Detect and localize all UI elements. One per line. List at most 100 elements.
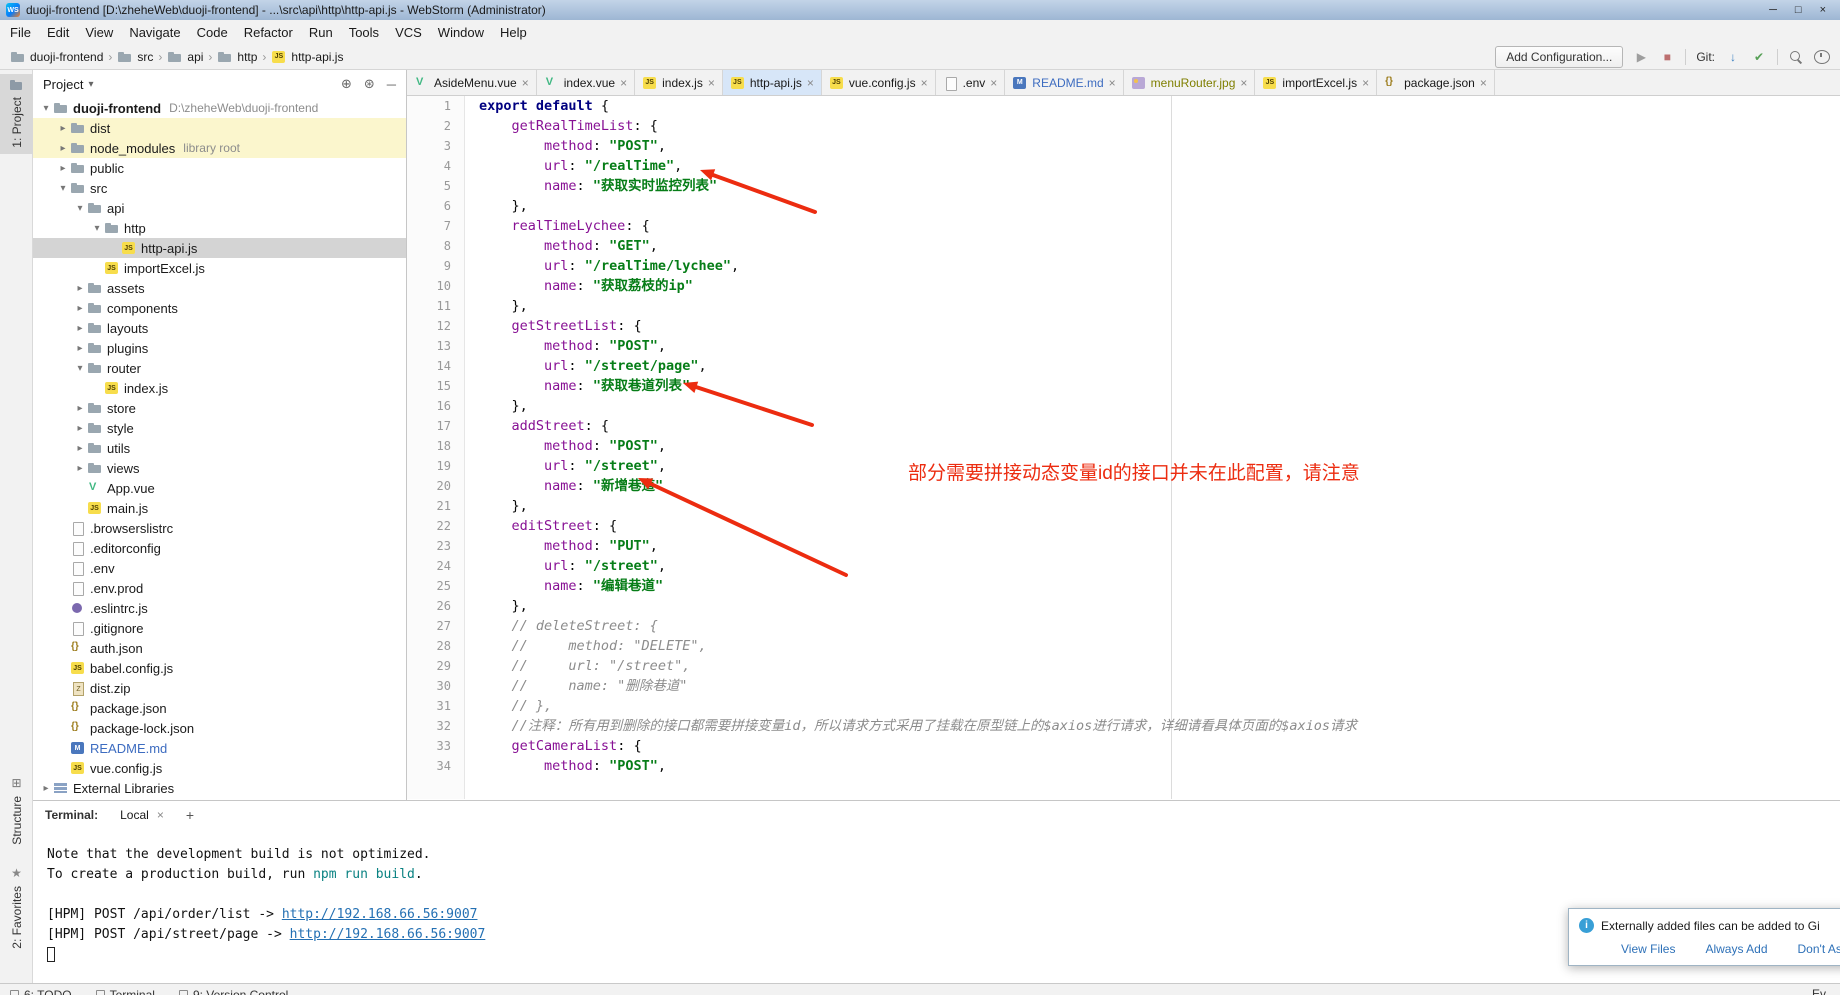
close-icon[interactable]: × <box>1240 76 1247 90</box>
menu-edit[interactable]: Edit <box>39 22 77 43</box>
clock-icon[interactable] <box>1814 50 1830 64</box>
notification-action-always-add[interactable]: Always Add <box>1705 942 1767 956</box>
code-text[interactable]: }, <box>465 596 528 616</box>
terminal-tab-local[interactable]: Local × <box>112 805 172 825</box>
close-button[interactable]: × <box>1820 4 1826 16</box>
code-text[interactable]: // name: "删除巷道" <box>465 676 687 696</box>
close-icon[interactable]: × <box>708 76 715 90</box>
close-icon[interactable]: × <box>620 76 627 90</box>
code-text[interactable]: method: "GET", <box>465 236 658 256</box>
code-text[interactable]: method: "POST", <box>465 336 666 356</box>
breadcrumb-item-duoji-frontend[interactable]: duoji-frontend <box>10 50 103 64</box>
tree-item-index-js[interactable]: index.js <box>33 378 406 398</box>
tree-item--browserslistrc[interactable]: .browserslistrc <box>33 518 406 538</box>
tree-item-api[interactable]: ▾api <box>33 198 406 218</box>
chevron-open-icon[interactable]: ▾ <box>73 363 87 374</box>
editor-tab-index-vue[interactable]: index.vue× <box>537 70 635 95</box>
code-text[interactable]: url: "/street", <box>465 556 666 576</box>
tree-item-main-js[interactable]: main.js <box>33 498 406 518</box>
code-text[interactable]: export default { <box>465 96 609 116</box>
git-commit-icon[interactable]: ✔ <box>1751 49 1767 65</box>
editor-tab-importexcel-js[interactable]: importExcel.js× <box>1255 70 1377 95</box>
tree-item--gitignore[interactable]: .gitignore <box>33 618 406 638</box>
code-text[interactable]: // }, <box>465 696 552 716</box>
tree-item-app-vue[interactable]: App.vue <box>33 478 406 498</box>
tree-item-router[interactable]: ▾router <box>33 358 406 378</box>
code-text[interactable]: url: "/street/page", <box>465 356 707 376</box>
tree-item--env[interactable]: .env <box>33 558 406 578</box>
terminal-link[interactable]: http://192.168.66.56:9007 <box>290 927 486 942</box>
editor-tab-index-js[interactable]: index.js× <box>635 70 723 95</box>
tree-item-components[interactable]: ▸components <box>33 298 406 318</box>
editor-tab-asidemenu-vue[interactable]: AsideMenu.vue× <box>407 70 537 95</box>
tree-item-package-json[interactable]: package.json <box>33 698 406 718</box>
tree-item-duoji-frontend[interactable]: ▾duoji-frontendD:\zheheWeb\duoji-fronten… <box>33 98 406 118</box>
code-text[interactable]: name: "获取巷道列表" <box>465 376 690 396</box>
code-text[interactable]: name: "编辑巷道" <box>465 576 663 596</box>
code-text[interactable]: }, <box>465 396 528 416</box>
tree-item-utils[interactable]: ▸utils <box>33 438 406 458</box>
tree-item--eslintrc-js[interactable]: .eslintrc.js <box>33 598 406 618</box>
code-text[interactable]: name: "获取实时监控列表" <box>465 176 717 196</box>
tree-item-external-libraries[interactable]: ▸External Libraries <box>33 778 406 798</box>
code-area[interactable]: 1export default {2 getRealTimeList: {3 m… <box>407 96 1840 776</box>
tree-item-dist[interactable]: ▸dist <box>33 118 406 138</box>
code-text[interactable]: }, <box>465 496 528 516</box>
code-text[interactable]: url: "/realTime/lychee", <box>465 256 739 276</box>
code-text[interactable]: // url: "/street", <box>465 656 690 676</box>
menu-vcs[interactable]: VCS <box>387 22 430 43</box>
status-6-todo[interactable]: 6: TODO <box>10 988 72 995</box>
code-text[interactable]: url: "/realTime", <box>465 156 682 176</box>
chevron-closed-icon[interactable]: ▸ <box>56 143 70 154</box>
code-text[interactable]: method: "POST", <box>465 436 666 456</box>
menu-navigate[interactable]: Navigate <box>121 22 188 43</box>
menu-view[interactable]: View <box>77 22 121 43</box>
tree-item--editorconfig[interactable]: .editorconfig <box>33 538 406 558</box>
code-text[interactable]: realTimeLychee: { <box>465 216 650 236</box>
close-icon[interactable]: × <box>157 808 164 822</box>
git-update-icon[interactable]: ↓ <box>1725 49 1741 65</box>
close-icon[interactable]: × <box>1109 76 1116 90</box>
tree-item-plugins[interactable]: ▸plugins <box>33 338 406 358</box>
breadcrumb-item-src[interactable]: src <box>117 50 153 64</box>
close-icon[interactable]: × <box>807 76 814 90</box>
tree-item-public[interactable]: ▸public <box>33 158 406 178</box>
breadcrumb-item-api[interactable]: api <box>167 50 203 64</box>
chevron-closed-icon[interactable]: ▸ <box>56 123 70 134</box>
chevron-closed-icon[interactable]: ▸ <box>73 443 87 454</box>
editor-tab-readme-md[interactable]: README.md× <box>1005 70 1123 95</box>
settings-gear-icon[interactable]: ⊛ <box>364 76 375 92</box>
tree-item-http[interactable]: ▾http <box>33 218 406 238</box>
code-text[interactable]: getRealTimeList: { <box>465 116 658 136</box>
breadcrumb-item-http-api-js[interactable]: http-api.js <box>271 50 343 64</box>
close-icon[interactable]: × <box>522 76 529 90</box>
code-text[interactable]: getStreetList: { <box>465 316 642 336</box>
hide-panel-icon[interactable]: ─ <box>387 77 396 92</box>
tree-item--env-prod[interactable]: .env.prod <box>33 578 406 598</box>
status-terminal[interactable]: Terminal <box>96 988 155 995</box>
code-text[interactable]: //注释：所有用到删除的接口都需要拼接变量id，所以请求方式采用了挂载在原型链上… <box>465 716 1357 736</box>
new-terminal-button[interactable]: + <box>186 807 194 823</box>
menu-run[interactable]: Run <box>301 22 341 43</box>
minimize-button[interactable]: ─ <box>1769 4 1777 16</box>
chevron-closed-icon[interactable]: ▸ <box>73 343 87 354</box>
event-log-label[interactable]: Ev <box>1812 987 1826 995</box>
chevron-closed-icon[interactable]: ▸ <box>73 463 87 474</box>
close-icon[interactable]: × <box>1362 76 1369 90</box>
tree-item-vue-config-js[interactable]: vue.config.js <box>33 758 406 778</box>
code-text[interactable]: editStreet: { <box>465 516 617 536</box>
tool-button-project[interactable]: 1: Project <box>0 74 33 154</box>
chevron-closed-icon[interactable]: ▸ <box>56 163 70 174</box>
code-text[interactable]: method: "PUT", <box>465 536 658 556</box>
tree-item-assets[interactable]: ▸assets <box>33 278 406 298</box>
menu-file[interactable]: File <box>2 22 39 43</box>
tree-item-layouts[interactable]: ▸layouts <box>33 318 406 338</box>
status-9-version-control[interactable]: 9: Version Control <box>179 988 288 995</box>
terminal-cursor[interactable] <box>47 947 55 962</box>
editor-tab-http-api-js[interactable]: http-api.js× <box>723 70 822 95</box>
tree-item-http-api-js[interactable]: http-api.js <box>33 238 406 258</box>
chevron-open-icon[interactable]: ▾ <box>90 223 104 234</box>
chevron-closed-icon[interactable]: ▸ <box>73 403 87 414</box>
tree-item-views[interactable]: ▸views <box>33 458 406 478</box>
tool-button-structure[interactable]: ⊞ Structure <box>0 770 33 851</box>
